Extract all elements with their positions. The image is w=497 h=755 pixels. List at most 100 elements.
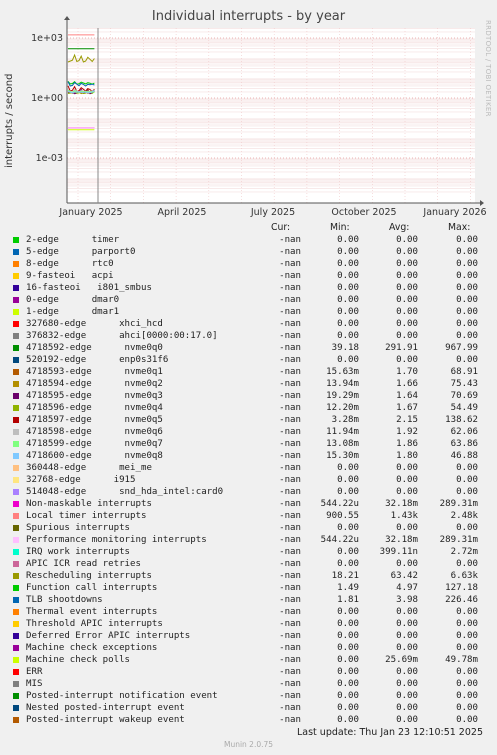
legend-value-max: 0.00	[456, 283, 478, 293]
legend-swatch	[13, 597, 19, 603]
col-header-avg: Avg:	[389, 222, 410, 233]
x-tick-label: July 2025	[250, 207, 295, 218]
legend-value-max: 967.99	[445, 343, 478, 353]
legend-value-min: 0.00	[337, 355, 359, 365]
legend-value-max: 0.00	[456, 679, 478, 689]
legend-value-min: 15.30m	[326, 451, 359, 461]
legend-swatch	[13, 633, 19, 639]
legend-series-name: Threshold APIC interrupts	[26, 619, 163, 629]
legend-value-cur: -nan	[279, 631, 301, 641]
legend-swatch	[13, 249, 19, 255]
legend-value-min: 0.00	[337, 295, 359, 305]
legend-value-max: 226.46	[445, 595, 478, 605]
legend-value-cur: -nan	[279, 559, 301, 569]
legend-value-avg: 32.18m	[385, 499, 418, 509]
legend-value-min: 0.00	[337, 655, 359, 665]
legend-value-cur: -nan	[279, 643, 301, 653]
legend-swatch	[13, 429, 19, 435]
legend-value-cur: -nan	[279, 511, 301, 521]
legend-value-avg: 0.00	[396, 703, 418, 713]
legend-swatch	[13, 681, 19, 687]
legend-value-max: 49.78m	[445, 655, 478, 665]
legend-value-min: 0.00	[337, 619, 359, 629]
legend-series-name: 376832-edge ahci[0000:00:17.0]	[26, 331, 218, 341]
legend-swatch	[13, 549, 19, 555]
legend-swatch	[13, 573, 19, 579]
legend-swatch	[13, 441, 19, 447]
legend-value-avg: 0.00	[396, 607, 418, 617]
legend-value-max: 63.86	[450, 439, 478, 449]
legend-value-avg: 0.00	[396, 667, 418, 677]
legend-swatch	[13, 669, 19, 675]
legend-series-name: Function call interrupts	[26, 583, 158, 593]
legend-value-max: 0.00	[456, 523, 478, 533]
legend-value-cur: -nan	[279, 343, 301, 353]
legend-value-avg: 0.00	[396, 487, 418, 497]
legend-series-name: 5-edge parport0	[26, 247, 136, 257]
legend-value-cur: -nan	[279, 475, 301, 485]
legend-value-max: 0.00	[456, 703, 478, 713]
legend-value-min: 0.00	[337, 607, 359, 617]
legend-swatch	[13, 273, 19, 279]
legend-swatch	[13, 645, 19, 651]
legend-value-min: 0.00	[337, 559, 359, 569]
legend-value-max: 0.00	[456, 307, 478, 317]
legend-value-avg: 0.00	[396, 235, 418, 245]
legend-value-max: 54.49	[450, 403, 478, 413]
legend-series-name: Machine check polls	[26, 655, 131, 665]
legend-swatch	[13, 465, 19, 471]
legend-value-avg: 0.00	[396, 619, 418, 629]
legend-value-cur: -nan	[279, 319, 301, 329]
legend-value-avg: 0.00	[396, 523, 418, 533]
legend-swatch	[13, 705, 19, 711]
legend-series-name: ERR	[26, 667, 43, 677]
legend-swatch	[13, 585, 19, 591]
legend-value-cur: -nan	[279, 595, 301, 605]
legend-value-cur: -nan	[279, 571, 301, 581]
legend-series-name: 514048-edge snd_hda_intel:card0	[26, 487, 224, 497]
legend-value-max: 46.88	[450, 451, 478, 461]
legend-value-max: 6.63k	[450, 571, 478, 581]
legend-value-avg: 1.70	[396, 367, 418, 377]
legend-series-name: 4718598-edge nvme0q6	[26, 427, 163, 437]
legend-value-avg: 399.11n	[379, 547, 418, 557]
legend-value-min: 0.00	[337, 487, 359, 497]
col-header-min: Min:	[330, 222, 350, 233]
legend-series-name: Posted-interrupt wakeup event	[26, 715, 185, 725]
legend-value-min: 0.00	[337, 463, 359, 473]
legend-value-avg: 1.43k	[390, 511, 418, 521]
legend-value-max: 0.00	[456, 355, 478, 365]
legend-value-min: 900.55	[326, 511, 359, 521]
legend-value-cur: -nan	[279, 271, 301, 281]
legend-swatch	[13, 489, 19, 495]
legend-swatch	[13, 453, 19, 459]
legend-series-name: Spurious interrupts	[26, 523, 131, 533]
legend-value-avg: 1.67	[396, 403, 418, 413]
legend-value-cur: -nan	[279, 499, 301, 509]
legend-value-max: 0.00	[456, 247, 478, 257]
legend-value-avg: 4.97	[396, 583, 418, 593]
legend-value-cur: -nan	[279, 283, 301, 293]
legend-value-cur: -nan	[279, 427, 301, 437]
legend-swatch	[13, 717, 19, 723]
legend-value-max: 0.00	[456, 319, 478, 329]
legend-value-max: 289.31m	[439, 499, 478, 509]
legend-value-max: 0.00	[456, 607, 478, 617]
legend-series-name: 520192-edge enp0s31f6	[26, 355, 169, 365]
legend-value-cur: -nan	[279, 535, 301, 545]
legend-value-avg: 0.00	[396, 271, 418, 281]
legend-swatch	[13, 525, 19, 531]
legend-swatch	[13, 537, 19, 543]
legend-value-avg: 3.98	[396, 595, 418, 605]
legend-value-cur: -nan	[279, 691, 301, 701]
legend-value-min: 12.20m	[326, 403, 359, 413]
legend-value-avg: 0.00	[396, 247, 418, 257]
legend-value-cur: -nan	[279, 379, 301, 389]
legend-series-name: 1-edge dmar1	[26, 307, 120, 317]
legend-swatch	[13, 693, 19, 699]
legend-value-avg: 0.00	[396, 319, 418, 329]
y-axis-arrow	[64, 16, 70, 20]
x-axis-arrow	[480, 200, 484, 206]
legend-value-max: 0.00	[456, 331, 478, 341]
legend-value-max: 138.62	[445, 415, 478, 425]
